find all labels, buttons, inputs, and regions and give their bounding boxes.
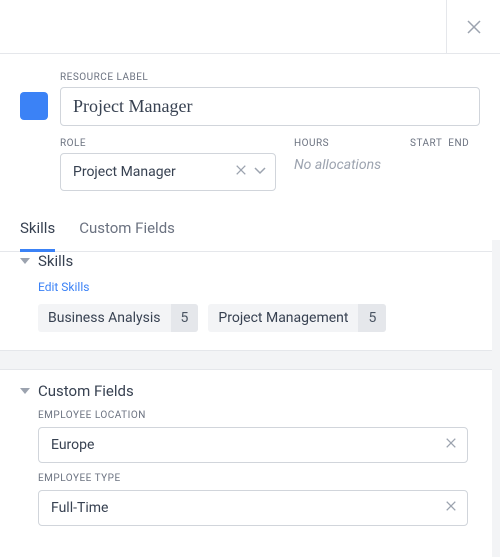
cf-value: Europe (51, 437, 94, 453)
skill-chip: Business Analysis 5 (38, 304, 198, 332)
skill-level: 5 (358, 304, 386, 332)
custom-fields-panel-title: Custom Fields (38, 382, 134, 400)
content-scroll[interactable]: Skills Edit Skills Business Analysis 5 P… (0, 240, 500, 557)
collapse-icon (20, 256, 30, 266)
close-icon (445, 437, 457, 449)
cf-value: Full-Time (51, 500, 108, 516)
skills-panel-title: Skills (38, 252, 73, 270)
collapse-icon (20, 386, 30, 396)
skills-panel: Skills Edit Skills Business Analysis 5 P… (0, 240, 492, 350)
end-caption: END (448, 138, 469, 149)
top-section: RESOURCE LABEL ROLE Project Manager (0, 54, 500, 209)
resource-label-caption: RESOURCE LABEL (60, 72, 480, 83)
resource-label-input[interactable] (60, 87, 480, 126)
skill-name: Project Management (208, 304, 358, 332)
role-select[interactable]: Project Manager (60, 153, 276, 191)
dialog-header (0, 0, 500, 54)
chevron-down-icon (253, 163, 267, 177)
custom-fields-panel-header[interactable]: Custom Fields (20, 382, 472, 400)
role-dropdown-toggle[interactable] (253, 163, 267, 181)
employee-type-input[interactable]: Full-Time (38, 490, 468, 526)
hours-caption: HOURS (294, 138, 392, 149)
close-icon (467, 20, 481, 34)
hours-value: No allocations (294, 153, 392, 173)
section-divider (0, 350, 492, 370)
role-caption: ROLE (60, 138, 276, 149)
edit-skills-link[interactable]: Edit Skills (38, 280, 89, 294)
employee-location-input[interactable]: Europe (38, 427, 468, 463)
cf-label: EMPLOYEE LOCATION (38, 410, 472, 421)
clear-role-button[interactable] (235, 164, 247, 180)
color-chip[interactable] (20, 92, 48, 120)
custom-fields-panel: Custom Fields EMPLOYEE LOCATION Europe E… (0, 370, 492, 544)
role-value: Project Manager (73, 164, 176, 180)
close-icon (235, 164, 247, 176)
skill-chip: Project Management 5 (208, 304, 386, 332)
clear-field-button[interactable] (445, 500, 457, 516)
skill-name: Business Analysis (38, 304, 171, 332)
close-button[interactable] (446, 0, 500, 53)
clear-field-button[interactable] (445, 437, 457, 453)
cf-label: EMPLOYEE TYPE (38, 473, 472, 484)
start-caption: START (410, 138, 442, 149)
skills-panel-header[interactable]: Skills (20, 252, 472, 270)
close-icon (445, 500, 457, 512)
skill-level: 5 (171, 304, 199, 332)
